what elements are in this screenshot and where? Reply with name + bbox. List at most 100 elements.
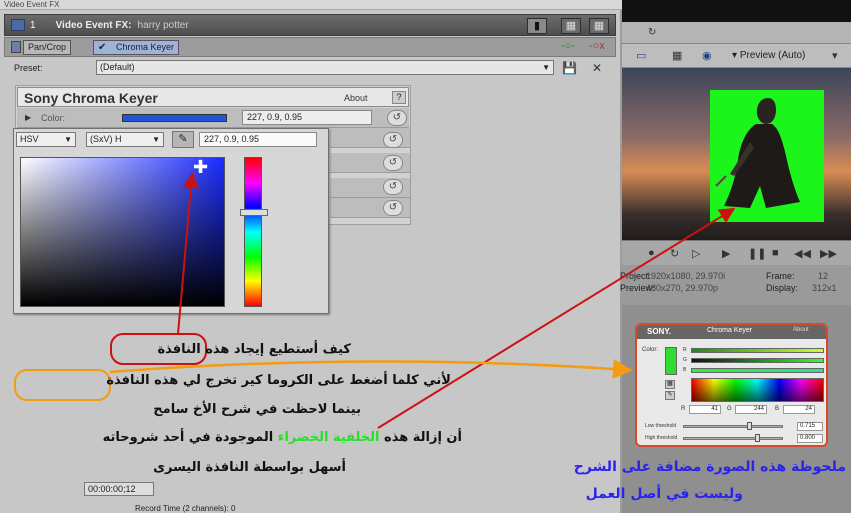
inset-b-field[interactable]: 24 [783,405,815,414]
eyedropper-icon[interactable]: ✎ [172,131,194,148]
play-from-start-icon[interactable]: ▷ [692,247,700,260]
color-mode-dropdown[interactable]: HSV ▼ [16,132,76,147]
reset-param-icon[interactable]: ↺ [383,179,403,195]
high-threshold-handle[interactable] [755,434,760,442]
chevron-down-icon: ▼ [152,135,160,144]
frame-value: 12 [818,271,829,281]
next-frame-icon[interactable]: ▶▶ [820,247,837,260]
sony-logo: SONY. [647,327,672,336]
color-swatch[interactable] [122,114,227,122]
preview-toolbar-top: ↻ [622,22,851,44]
expand-arrow-icon[interactable]: ▶ [25,113,31,122]
inset-title: Chroma Keyer [707,327,753,334]
color-param-row: ▶ Color: 227, 0.9, 0.95 ↺ [17,108,409,128]
chevron-down-icon[interactable]: ▾ [832,49,838,62]
preset-label: Preset: [14,63,43,73]
display-label: Display: [766,283,799,293]
annotation-line-4-suffix: الموجودة في أحد شروحاته [102,430,278,445]
help-button[interactable]: ? [392,91,406,104]
tab-chroma-keyer[interactable]: ✔ Chroma Keyer [93,40,180,55]
hue-slider-handle[interactable] [240,209,268,216]
palette-icon[interactable]: ▦ [665,380,675,389]
color-mode-value: HSV [20,134,39,144]
record-time-status: Record Time (2 channels): 0 [135,504,236,513]
annotation-line-4: أن إزالة هذه الخلفية الخضراء الموجودة في… [103,430,462,445]
tab-pan-crop[interactable]: Pan/Crop [23,40,72,55]
preview-toolbar: ▭ ▦ ◉ ▾ Preview (Auto) ▾ [622,44,851,68]
layout-button[interactable]: ▦ [561,18,581,34]
eyedropper-icon[interactable]: ✎ [665,391,675,400]
green-screen-clip [710,90,824,222]
channel-g-bar[interactable] [691,358,824,363]
channel-g-label: G [683,357,687,363]
reset-param-icon[interactable]: ↺ [383,132,403,148]
annotation-line-4-prefix: أن إزالة هذه [379,430,462,445]
saturation-value-field[interactable]: ✚ [20,157,225,307]
preview-stats: Project: 1920x1080, 29.970i Preview: 480… [620,265,851,305]
monitor-icon[interactable]: ▭ [636,49,646,62]
inset-color-label: Color: [642,347,659,353]
channel-r-bar[interactable] [691,348,824,353]
plugin-chain-add-icon[interactable]: -○- [561,40,575,52]
plugin-remove-icon[interactable]: -○x [589,40,605,52]
prev-frame-icon[interactable]: ◀◀ [794,247,811,260]
transport-bar: ● ↻ ▷ ▶ ❚❚ ■ ◀◀ ▶▶ [622,240,851,265]
about-link[interactable]: About [344,93,368,103]
stop-icon[interactable]: ■ [772,247,779,259]
save-preset-icon[interactable]: 💾 [562,61,577,75]
annotation-line-1-prefix: كيف أستطيع إيجاد [229,342,351,357]
reset-param-icon[interactable]: ↺ [383,200,403,216]
crosshair-cursor-icon: ✚ [193,157,209,177]
reset-param-icon[interactable]: ↺ [387,110,407,126]
channel-b-label: B [683,367,687,373]
grid-button[interactable]: ▦ [589,18,609,34]
color-value-field[interactable]: 227, 0.9, 0.95 [242,110,372,125]
hue-slider[interactable] [244,157,262,307]
preset-row: Preset: (Default) ▼ 💾 ✕ [4,58,616,78]
inset-color-swatch[interactable] [665,347,677,375]
low-threshold-slider[interactable] [683,425,783,428]
chain-icon [11,41,21,53]
picker-value-field[interactable]: 227, 0.9, 0.95 [199,132,317,147]
grid-icon[interactable]: ▦ [672,49,682,62]
plugin-header: Sony Chroma Keyer About ? [17,87,409,107]
channel-b-bar[interactable] [691,368,824,373]
split-view-button[interactable]: ▮ [527,18,547,34]
frame-label: Frame: [766,271,795,281]
channel-r-label: R [683,347,687,353]
high-threshold-slider[interactable] [683,437,783,440]
video-preview [622,68,851,240]
inset-about-link[interactable]: About [793,327,809,333]
annotation-line-1-circled: هذه النافذة [157,342,230,357]
play-icon[interactable]: ▶ [722,247,730,260]
preset-dropdown[interactable]: (Default) ▼ [96,60,554,75]
plugin-title: Sony Chroma Keyer [24,90,158,106]
loop-icon[interactable]: ● [648,247,655,259]
preview-quality-dropdown[interactable]: ▾ Preview (Auto) [732,50,805,61]
channel-dropdown[interactable]: (SxV) H ▼ [86,132,164,147]
high-threshold-field[interactable]: 0.800 [797,434,823,443]
inset-g-field[interactable]: 244 [735,405,767,414]
low-threshold-handle[interactable] [747,422,752,430]
window-title: Video Event FX [0,0,622,10]
track-badge-icon [11,19,25,31]
preset-value: (Default) [100,62,135,72]
fx-label: Video Event FX: [55,19,132,31]
low-threshold-field[interactable]: 0.715 [797,422,823,431]
properties-icon[interactable]: ↻ [648,27,656,38]
inset-r-field[interactable]: 41 [689,405,721,414]
inset-g-label: G [727,406,732,412]
refresh-icon[interactable]: ↻ [670,247,679,260]
pause-icon[interactable]: ❚❚ [748,247,766,260]
reset-param-icon[interactable]: ↺ [383,155,403,171]
inset-color-spectrum[interactable] [691,378,824,402]
overlay-icon[interactable]: ◉ [702,49,712,62]
annotation-line-2-circled: هذه النافذة [106,373,179,388]
annotation-line-3: بينما لاحظت في شرح الأخ سامح [153,402,361,417]
inset-b-label: B [775,406,780,412]
delete-preset-icon[interactable]: ✕ [592,61,602,75]
note-line-1: ملحوظة هذه الصورة مضافة على الشرح [573,459,846,475]
chroma-keyer-inset-panel: SONY. Chroma Keyer About Color: ▦ ✎ R G … [635,323,828,447]
tab-chroma-keyer-label: Chroma Keyer [116,42,175,52]
inset-r-label: R [681,406,686,412]
